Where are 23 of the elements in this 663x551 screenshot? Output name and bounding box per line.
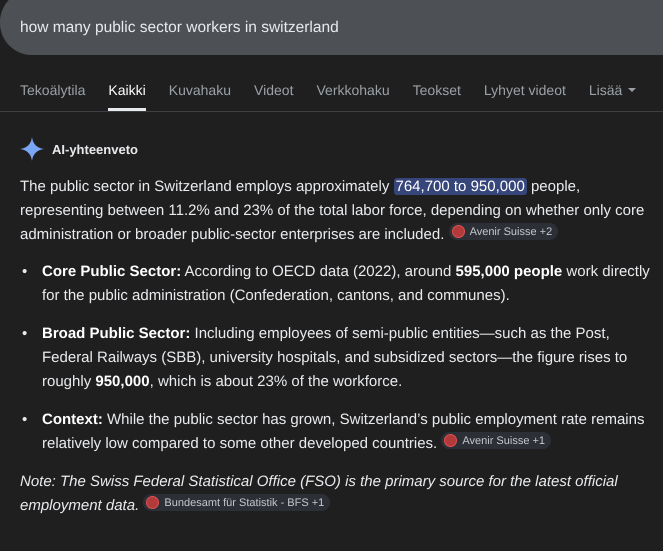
caret-icon <box>628 88 636 92</box>
bullet-text: Broad Public Sector: Including employees of semi-public entities—such as the Post, Federal Railways (SBB), university hospitals, and subsidized sectors—the figure rises to roughly 950,000, which is about 23% of the workforce. <box>42 324 628 392</box>
tab[interactable]: Lisää <box>588 73 636 111</box>
bullet: • <box>22 410 28 430</box>
tab[interactable]: Kaikki <box>108 73 146 111</box>
tab[interactable]: Videot <box>254 73 294 111</box>
tab[interactable]: Verkkohaku <box>316 73 390 111</box>
bullet-text: Core Public Sector: According to OECD data (2022), around 595,000 people work directly for the public administration (Confederation, cantons, and communes). <box>42 262 651 306</box>
summary-paragraph: The public sector in Switzerland employs approximately 764,700 to 950,000 people, representing between 11.2% and 23% of the total labor force, depending on whether only core administration or broader public-sector enterprises are included. Avenir Suisse +2 <box>20 177 646 245</box>
note-text: Note: The Swiss Federal Statistical Office (FSO) is the primary source for the latest official employment data. Bundesamt für Statistik - BFS +1 <box>20 472 619 516</box>
bullet: • <box>22 324 28 344</box>
source-chip[interactable]: Avenir Suisse +1 <box>441 432 552 449</box>
tab[interactable]: Lyhyet videot <box>484 73 566 111</box>
source-chip[interactable]: Bundesamt für Statistik - BFS +1 <box>143 494 330 511</box>
bullet-text: Context: While the public sector has grown, Switzerland’s public employment rate remains relatively low compared to some other developed countries. Avenir Suisse +1 <box>42 410 646 454</box>
tab[interactable]: Teokset <box>412 73 461 111</box>
source-chip[interactable]: Avenir Suisse +2 <box>448 223 558 240</box>
tab[interactable]: Kuvahaku <box>168 73 232 111</box>
tab[interactable]: Tekoälytila <box>20 73 86 111</box>
bullet: • <box>22 262 28 282</box>
overview-title: AI-yhteenveto <box>52 142 138 156</box>
search-field[interactable]: how many public sector workers in switzerland <box>0 0 663 55</box>
sparkle-icon <box>20 137 44 161</box>
